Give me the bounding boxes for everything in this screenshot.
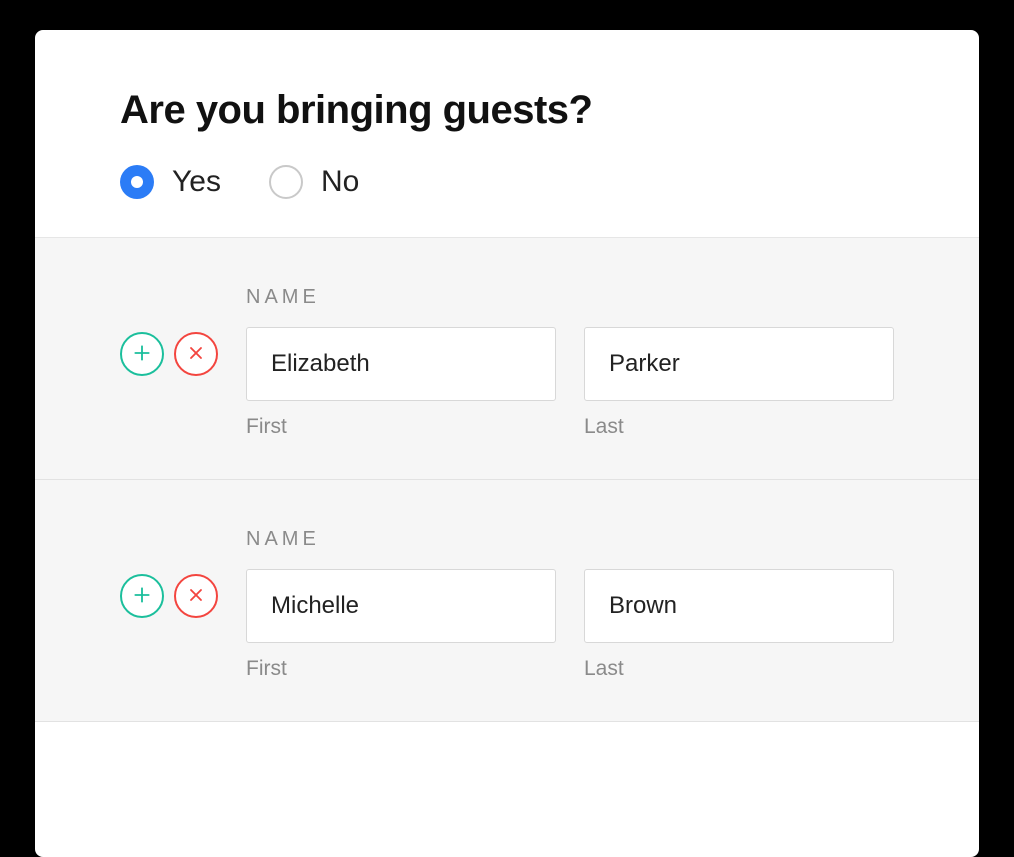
first-name-input[interactable]: [246, 569, 556, 643]
radio-option-yes[interactable]: Yes: [120, 165, 221, 199]
guests-list: NAME First Last: [35, 238, 979, 722]
last-name-sublabel: Last: [584, 657, 894, 681]
name-section-label: NAME: [246, 286, 894, 309]
plus-icon: [132, 585, 152, 608]
name-section-label: NAME: [246, 528, 894, 551]
first-name-input[interactable]: [246, 327, 556, 401]
radio-unselected-icon: [269, 165, 303, 199]
radio-selected-icon: [120, 165, 154, 199]
add-guest-button[interactable]: [120, 332, 164, 376]
question-heading: Are you bringing guests?: [120, 88, 894, 133]
radio-option-no[interactable]: No: [269, 165, 359, 199]
row-actions: [120, 528, 218, 618]
radio-label-no: No: [321, 165, 359, 199]
plus-icon: [132, 343, 152, 366]
add-guest-button[interactable]: [120, 574, 164, 618]
remove-guest-button[interactable]: [174, 574, 218, 618]
radio-group-guests: Yes No: [120, 165, 894, 199]
last-name-input[interactable]: [584, 569, 894, 643]
radio-label-yes: Yes: [172, 165, 221, 199]
first-name-sublabel: First: [246, 657, 556, 681]
close-icon: [186, 343, 206, 366]
first-name-sublabel: First: [246, 415, 556, 439]
remove-guest-button[interactable]: [174, 332, 218, 376]
guest-row: NAME First Last: [35, 480, 979, 722]
last-name-input[interactable]: [584, 327, 894, 401]
row-actions: [120, 286, 218, 376]
form-header: Are you bringing guests? Yes No: [35, 30, 979, 238]
form-card: Are you bringing guests? Yes No: [35, 30, 979, 857]
guest-row: NAME First Last: [35, 238, 979, 480]
close-icon: [186, 585, 206, 608]
last-name-sublabel: Last: [584, 415, 894, 439]
